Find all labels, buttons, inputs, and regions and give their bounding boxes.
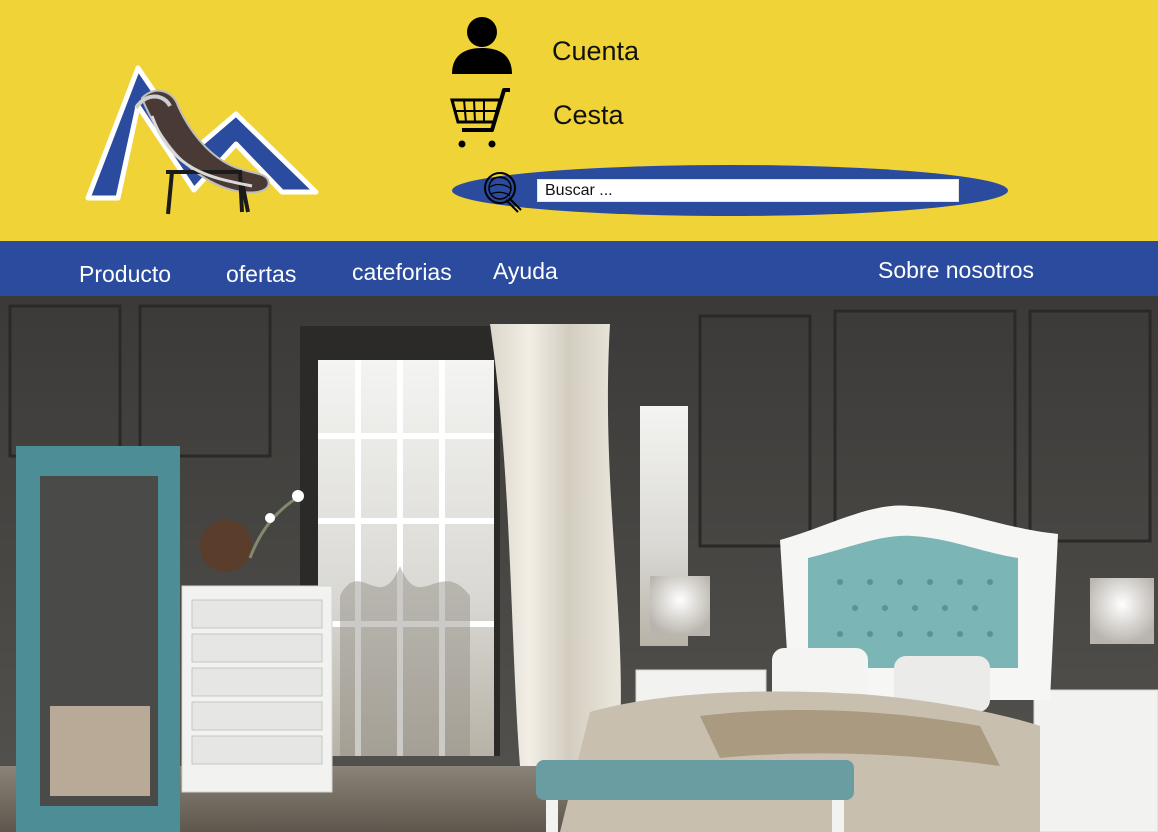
account-link[interactable]: Cuenta <box>552 36 639 67</box>
main-nav: Producto ofertas cateforias Ayuda Sobre … <box>0 241 1158 296</box>
cart-link[interactable]: Cesta <box>553 100 624 131</box>
nav-item-sobre-nosotros[interactable]: Sobre nosotros <box>878 257 1034 284</box>
site-header: Cuenta Cesta <box>0 0 1158 241</box>
search-input[interactable] <box>537 179 959 202</box>
hero-bedroom-image <box>0 296 1158 832</box>
nav-item-ofertas[interactable]: ofertas <box>226 261 296 288</box>
logo[interactable] <box>82 62 320 222</box>
nav-item-categorias[interactable]: cateforias <box>352 259 452 286</box>
nav-item-ayuda[interactable]: Ayuda <box>493 258 558 285</box>
shopping-cart-icon[interactable] <box>448 84 516 152</box>
user-icon[interactable] <box>448 14 516 76</box>
search-icon[interactable] <box>478 170 524 214</box>
nav-item-producto[interactable]: Producto <box>79 261 171 288</box>
